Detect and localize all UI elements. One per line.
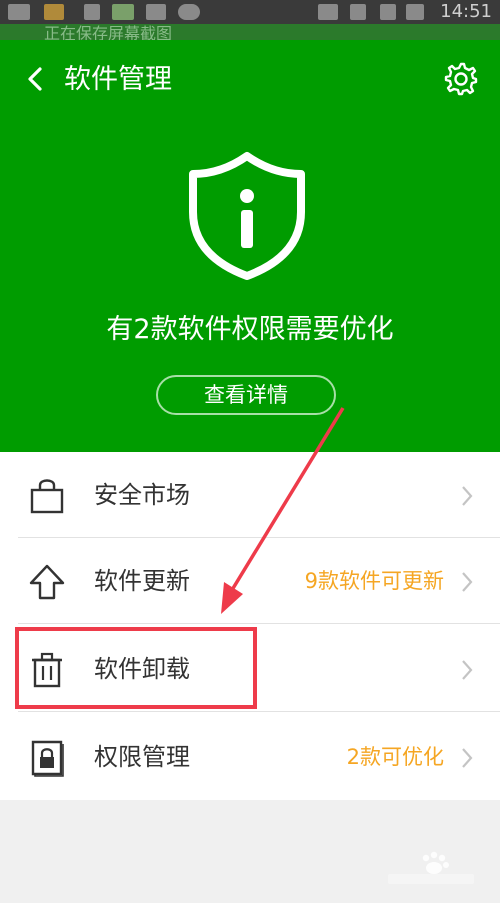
status-time: 14:51 [440, 1, 492, 22]
page-title: 软件管理 [64, 64, 172, 95]
list-item-label: 安全市场 [94, 481, 190, 509]
list-item-software-update[interactable]: 软件更新 9款软件可更新 [0, 538, 500, 624]
app-notification-icon [112, 4, 134, 20]
shield-info-icon [189, 152, 305, 280]
app-notification-icon [8, 4, 30, 20]
divider [18, 711, 500, 712]
feature-list: 安全市场 软件更新 9款软件可更新 软件卸载 权限管理 2款可优化 [0, 452, 500, 800]
list-item-info: 9款软件可更新 [304, 569, 444, 593]
bag-icon [30, 479, 64, 514]
view-details-button[interactable]: 查看详情 [156, 375, 336, 415]
list-item-info: 2款可优化 [346, 745, 444, 769]
lock-icon [31, 740, 64, 777]
divider [18, 623, 500, 624]
signal-icon [380, 4, 396, 20]
app-notification-icon [84, 4, 100, 20]
header: 软件管理 有2款软件权限需要优化 查看详情 [0, 40, 500, 452]
status-bar: 14:51 [0, 0, 500, 24]
gear-icon[interactable] [444, 62, 478, 96]
list-item-label: 权限管理 [94, 743, 190, 771]
chevron-right-icon [462, 486, 473, 506]
app-notification-icon [44, 4, 64, 20]
battery-icon [406, 4, 424, 20]
chevron-right-icon [462, 748, 473, 768]
image-icon [146, 4, 166, 20]
list-item-permission-management[interactable]: 权限管理 2款可优化 [0, 714, 500, 800]
upload-arrow-icon [29, 564, 65, 600]
cloud-icon [178, 4, 200, 20]
notification-text: 正在保存屏幕截图 [44, 24, 173, 41]
watermark-logo [388, 851, 474, 884]
highlight-box [15, 627, 257, 709]
screenshot-notification: 正在保存屏幕截图 [0, 24, 500, 40]
signal-icon [350, 4, 366, 20]
chevron-right-icon [462, 572, 473, 592]
list-item-label: 软件更新 [94, 567, 190, 595]
back-arrow-icon[interactable] [24, 66, 46, 92]
list-item-security-market[interactable]: 安全市场 [0, 452, 500, 538]
wifi-icon [318, 4, 338, 20]
chevron-right-icon [462, 660, 473, 680]
headline-text: 有2款软件权限需要优化 [106, 314, 394, 345]
